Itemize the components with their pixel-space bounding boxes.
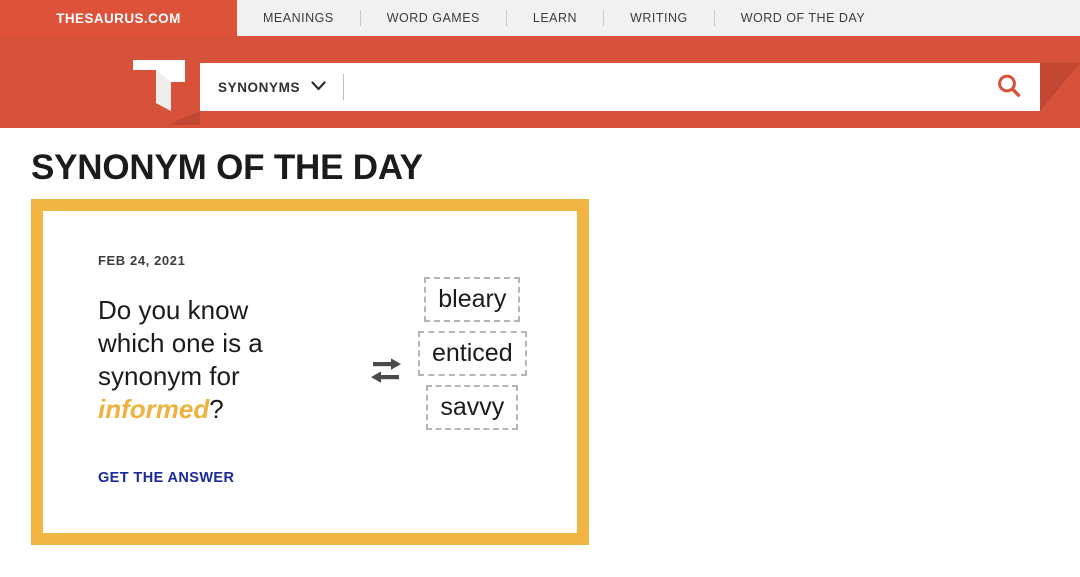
- nav-item-learn[interactable]: LEARN: [507, 0, 603, 36]
- nav-item-meanings[interactable]: MEANINGS: [237, 0, 360, 36]
- nav-item-word-of-the-day[interactable]: WORD OF THE DAY: [715, 0, 891, 36]
- question-keyword: informed: [98, 394, 210, 424]
- card-date: FEB 24, 2021: [98, 253, 186, 268]
- choice-option-enticed[interactable]: enticed: [418, 331, 527, 376]
- synonym-of-the-day-card: FEB 24, 2021 Do you know which one is a …: [31, 199, 589, 545]
- search-box: SYNONYMS: [200, 63, 1040, 111]
- nav-item-word-games[interactable]: WORD GAMES: [361, 0, 506, 36]
- search-submit-button[interactable]: [978, 63, 1040, 111]
- search-input[interactable]: [344, 65, 978, 109]
- search-type-label[interactable]: SYNONYMS: [200, 80, 300, 95]
- top-navigation-bar: THESAURUS.COM MEANINGS WORD GAMES LEARN …: [0, 0, 1080, 36]
- chevron-down-icon[interactable]: [311, 78, 326, 96]
- brand-label: THESAURUS.COM: [56, 10, 181, 26]
- get-the-answer-link[interactable]: GET THE ANSWER: [98, 470, 234, 486]
- page-title: SYNONYM OF THE DAY: [31, 148, 423, 187]
- card-question: Do you know which one is a synonym for i…: [98, 294, 313, 426]
- question-suffix: ?: [209, 394, 224, 424]
- logo-shadow: [167, 111, 200, 125]
- question-prefix: Do you know which one is a synonym for: [98, 295, 263, 391]
- nav-item-writing[interactable]: WRITING: [604, 0, 714, 36]
- swap-horizontal-icon: [367, 355, 405, 389]
- brand-home-tab[interactable]: THESAURUS.COM: [0, 0, 237, 36]
- search-band: SYNONYMS: [0, 36, 1080, 128]
- choice-option-savvy[interactable]: savvy: [426, 385, 519, 430]
- search-icon: [996, 73, 1022, 102]
- choice-option-bleary[interactable]: bleary: [424, 277, 521, 322]
- card-inner: FEB 24, 2021 Do you know which one is a …: [43, 211, 577, 533]
- thesaurus-t-logo-icon[interactable]: [131, 58, 187, 113]
- choice-list: bleary enticed savvy: [418, 277, 527, 430]
- searchbox-shadow: [1040, 63, 1080, 111]
- nav-items-group: MEANINGS WORD GAMES LEARN WRITING WORD O…: [237, 0, 891, 36]
